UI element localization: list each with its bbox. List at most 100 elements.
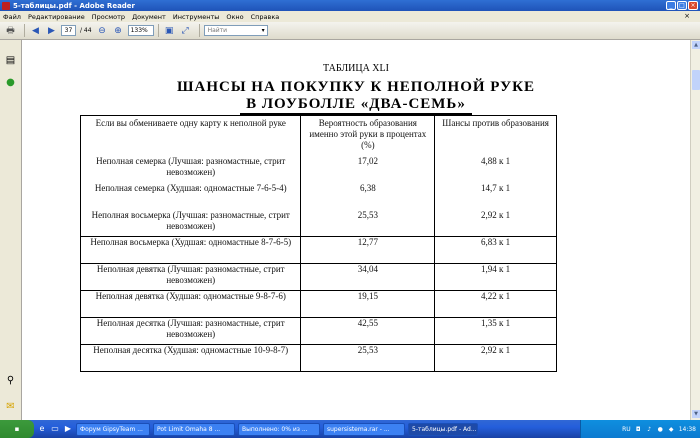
fit-width-icon[interactable]: ⤢ (179, 24, 192, 37)
menu-tools[interactable]: Инструменты (173, 13, 220, 21)
taskbar-item[interactable]: Форум GipsyTeam ... (76, 422, 150, 436)
table-row: Неполная восьмерка (Худшая: одномастные … (79, 236, 557, 264)
odds-table: Если вы обмениваете одну карту к неполно… (79, 115, 557, 372)
menu-view[interactable]: Просмотр (92, 13, 125, 21)
probability-cell: 19,15 (300, 290, 436, 318)
probability-cell: 25,53 (300, 209, 436, 237)
probability-cell: 34,04 (300, 263, 436, 291)
odds-cell: 2,92 к 1 (434, 344, 557, 372)
chevron-down-icon[interactable]: ▾ (262, 26, 265, 35)
scroll-down-icon[interactable]: ▼ (692, 410, 700, 418)
hand-cell: Неполная семерка (Худшая: одномастные 7-… (79, 182, 302, 210)
navigation-pane: ▤ ● ⚲ ✉ (0, 40, 22, 420)
next-page-icon[interactable]: ▶ (45, 24, 58, 37)
toolbar-divider (24, 24, 25, 37)
menu-help[interactable]: Справка (251, 13, 280, 21)
heading-line-2: В ЛОУБОЛЛЕ «ДВА-СЕМЬ» (240, 96, 472, 115)
taskbar: ▪ e ▭ ▶ Форум GipsyTeam ... Pot Limit Om… (0, 420, 700, 438)
table-row: Неполная девятка (Худшая: одномастные 9-… (79, 290, 557, 318)
table-row: Неполная восьмерка (Лучшая: разномастные… (79, 209, 557, 237)
language-indicator[interactable]: RU (622, 426, 631, 433)
hand-cell: Неполная восьмерка (Лучшая: разномастные… (79, 209, 302, 237)
start-button[interactable]: ▪ (0, 420, 34, 438)
odds-cell: 1,94 к 1 (434, 263, 557, 291)
hand-cell: Неполная девятка (Худшая: одномастные 9-… (79, 290, 302, 318)
menu-window[interactable]: Окно (226, 13, 243, 21)
table-row: Неполная десятка (Худшая: одномастные 10… (79, 344, 557, 372)
scroll-thumb[interactable] (692, 70, 700, 90)
toolbar: 🖶 ◀ ▶ 37 / 44 ⊖ ⊕ 133% ▣ ⤢ Найти ▾ (0, 22, 700, 40)
page-heading: В ЛОУБОЛЛЕ «ДВА-СЕМЬ» (22, 96, 690, 115)
probability-cell: 25,53 (300, 344, 436, 372)
taskbar-item[interactable]: Выполнено: 0% из ... (238, 422, 320, 436)
taskbar-item[interactable]: supersistema.rar - ... (323, 422, 405, 436)
vertical-scrollbar[interactable]: ▲ ▼ (690, 40, 700, 420)
system-tray: RU ◘ ♪ ● ◆ 14:38 (580, 420, 700, 438)
hand-cell: Неполная десятка (Лучшая: разномастные, … (79, 317, 302, 345)
scroll-up-icon[interactable]: ▲ (692, 41, 700, 49)
taskbar-item[interactable]: Pot Limit Omaha 8 ... (153, 422, 235, 436)
table-row: Неполная семерка (Худшая: одномастные 7-… (79, 182, 557, 210)
clock: 14:38 (678, 425, 696, 433)
fit-page-icon[interactable]: ▣ (163, 24, 176, 37)
menu-file[interactable]: Файл (3, 13, 21, 21)
probability-cell: 42,55 (300, 317, 436, 345)
zoom-out-icon[interactable]: ⊖ (96, 24, 109, 37)
menu-edit[interactable]: Редактирование (28, 13, 85, 21)
table-label: ТАБЛИЦА XLI (323, 63, 389, 74)
probability-cell: 12,77 (300, 236, 436, 264)
hand-cell: Неполная девятка (Лучшая: разномастные, … (79, 263, 302, 291)
page-total: / 44 (80, 27, 92, 34)
page-number-input[interactable]: 37 (61, 25, 76, 36)
odds-cell: 14,7 к 1 (434, 182, 557, 210)
window-controls: _ □ × (666, 1, 698, 10)
pdf-page: ТАБЛИЦА XLI ШАНСЫ НА ПОКУПКУ К НЕПОЛНОЙ … (22, 40, 690, 420)
odds-cell: 6,83 к 1 (434, 236, 557, 264)
print-icon[interactable]: 🖶 (4, 24, 17, 37)
odds-cell: 4,88 к 1 (434, 155, 557, 183)
menu-document[interactable]: Документ (132, 13, 166, 21)
toolbar-divider (157, 24, 159, 37)
title-bar: 5-таблицы.pdf - Adobe Reader _ □ × (0, 0, 700, 11)
pages-panel-icon[interactable]: ▤ (4, 54, 17, 67)
minimize-button[interactable]: _ (666, 1, 676, 10)
odds-cell: 4,22 к 1 (434, 290, 557, 318)
taskbar-item-active[interactable]: 5-таблицы.pdf - Ad... (408, 422, 478, 436)
probability-cell: 6,38 (300, 182, 436, 210)
desktop-quicklaunch-icon[interactable]: ▭ (50, 424, 60, 434)
attachments-icon[interactable]: ⚲ (4, 374, 17, 387)
previous-page-icon[interactable]: ◀ (29, 24, 42, 37)
ie-quicklaunch-icon[interactable]: e (37, 424, 47, 434)
table-row: Неполная семерка (Лучшая: разномастные, … (79, 155, 557, 183)
odds-cell: 2,92 к 1 (434, 209, 557, 237)
column-header: Вероятность образования именно этой руки… (300, 115, 436, 156)
help-icon[interactable]: ● (4, 76, 17, 89)
hand-cell: Неполная десятка (Худшая: одномастные 10… (79, 344, 302, 372)
antivirus-icon[interactable]: ● (657, 426, 664, 433)
volume-icon[interactable]: ♪ (646, 426, 653, 433)
table-row: Неполная десятка (Лучшая: разномастные, … (79, 317, 557, 345)
close-button[interactable]: × (688, 1, 698, 10)
adobe-reader-icon (2, 1, 10, 10)
page-heading: ШАНСЫ НА ПОКУПКУ К НЕПОЛНОЙ РУКЕ (22, 79, 690, 96)
menu-bar: Файл Редактирование Просмотр Документ Ин… (0, 11, 700, 22)
document-area: ТАБЛИЦА XLI ШАНСЫ НА ПОКУПКУ К НЕПОЛНОЙ … (22, 40, 690, 420)
player-quicklaunch-icon[interactable]: ▶ (63, 424, 73, 434)
find-input[interactable]: Найти ▾ (203, 25, 268, 36)
column-header: Шансы против образования (434, 115, 557, 156)
comments-icon[interactable]: ✉ (4, 400, 17, 413)
update-icon[interactable]: ◆ (668, 426, 675, 433)
zoom-select[interactable]: 133% (127, 25, 154, 36)
zoom-in-icon[interactable]: ⊕ (112, 24, 125, 37)
column-header: Если вы обмениваете одну карту к неполно… (79, 115, 302, 156)
heading-line-1: ШАНСЫ НА ПОКУПКУ К НЕПОЛНОЙ РУКЕ (177, 79, 535, 95)
table-row: Неполная девятка (Лучшая: разномастные, … (79, 263, 557, 291)
hand-cell: Неполная семерка (Лучшая: разномастные, … (79, 155, 302, 183)
close-document-icon[interactable]: × (684, 12, 690, 20)
window-title: 5-таблицы.pdf - Adobe Reader (13, 1, 136, 10)
network-icon[interactable]: ◘ (635, 426, 642, 433)
hand-cell: Неполная восьмерка (Худшая: одномастные … (79, 236, 302, 264)
probability-cell: 17,02 (300, 155, 436, 183)
find-placeholder: Найти (207, 27, 228, 34)
maximize-button[interactable]: □ (677, 1, 687, 10)
